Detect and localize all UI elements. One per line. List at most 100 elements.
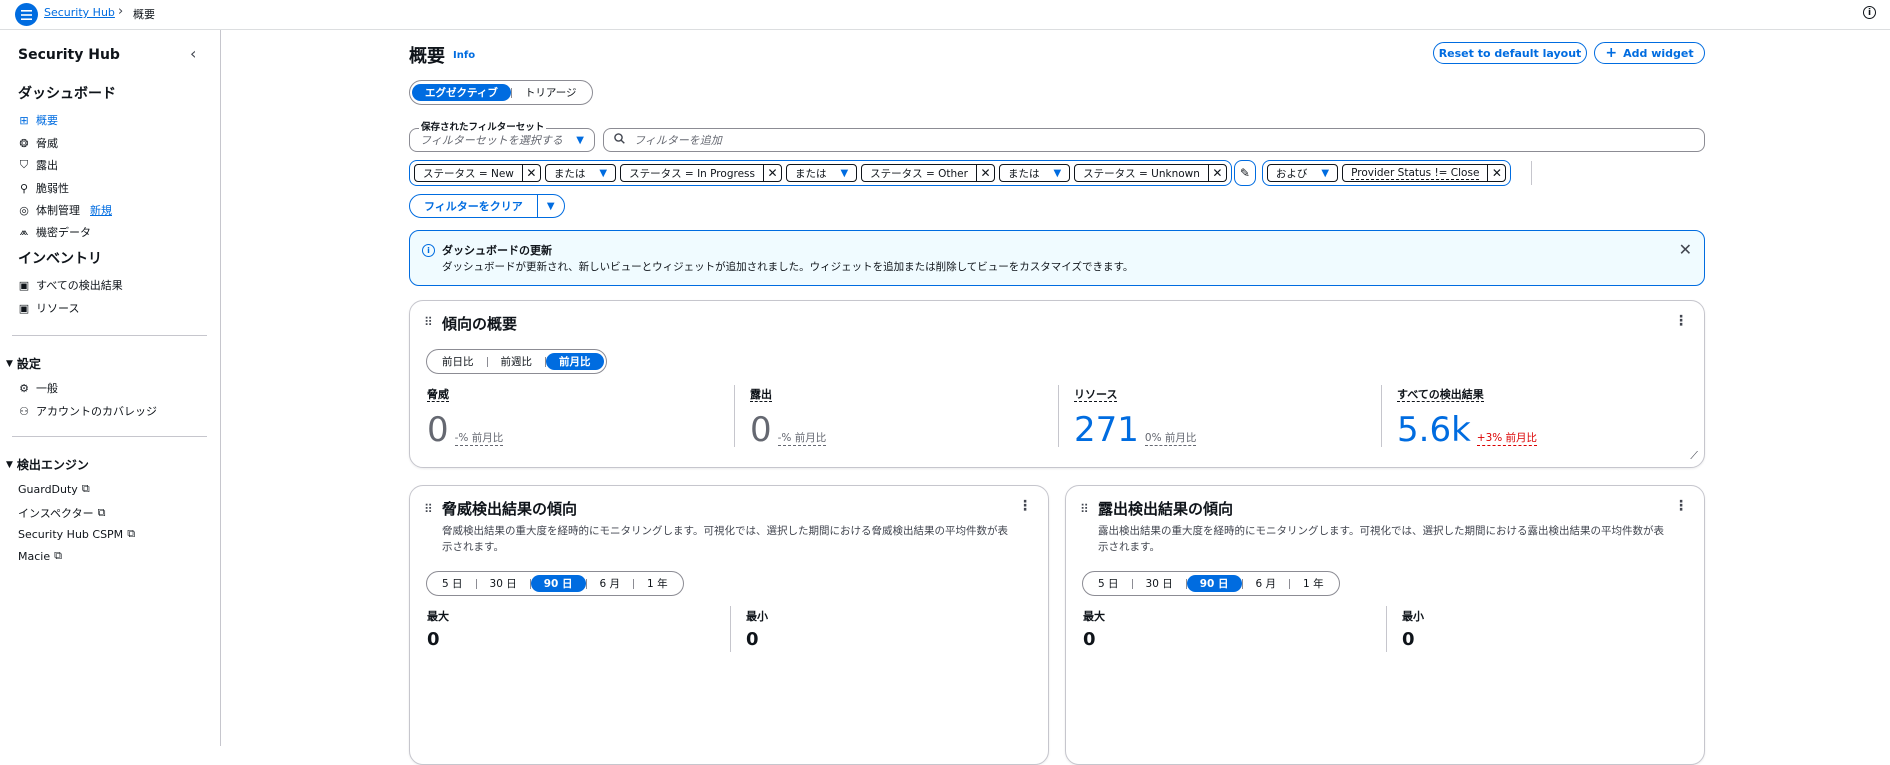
sidebar-item-macie[interactable]: Macie ⧉: [18, 549, 62, 563]
sidebar: Security Hub ‹ ダッシュボード ⊞ 概要 ❂ 脅威 ⛉ 露出 ⚲ …: [0, 30, 221, 746]
range-6-months[interactable]: 6 月: [587, 575, 634, 592]
breadcrumb-security-hub[interactable]: Security Hub: [44, 6, 115, 19]
remove-filter-icon[interactable]: ✕: [1487, 164, 1505, 182]
sidebar-item-inspector[interactable]: インスペクター ⧉: [18, 505, 105, 521]
sidebar-title: Security Hub: [18, 47, 120, 63]
threat-findings-trend-widget: ⠿ 脅威検出結果の傾向 ⋮ 脅威検出結果の重大度を経時的にモニタリングします。可…: [409, 485, 1049, 765]
tab-triage[interactable]: トリアージ: [512, 84, 590, 101]
range-5-days[interactable]: 5 日: [429, 575, 476, 592]
top-navigation-bar: Security Hub › 概要 i: [0, 0, 1890, 30]
sidebar-item-threats[interactable]: ❂ 脅威: [18, 135, 58, 151]
reset-layout-button[interactable]: Reset to default layout: [1433, 42, 1587, 64]
menu-icon[interactable]: [15, 3, 38, 26]
tab-executive[interactable]: エグゼクティブ: [412, 84, 511, 101]
more-options-icon[interactable]: ⋮: [1018, 498, 1032, 514]
resize-handle-icon[interactable]: ⟋: [1690, 449, 1698, 463]
period-week[interactable]: 前週比: [488, 353, 546, 370]
more-options-icon[interactable]: ⋮: [1674, 498, 1688, 514]
clear-filters-label[interactable]: フィルターをクリア: [410, 198, 537, 214]
range-90-days[interactable]: 90 日: [1186, 575, 1242, 592]
metric-delta[interactable]: +3% 前月比: [1476, 430, 1538, 446]
range-30-days[interactable]: 30 日: [477, 575, 530, 592]
metric-label[interactable]: すべての検出結果: [1397, 388, 1484, 402]
metric-label[interactable]: リソース: [1074, 388, 1118, 402]
sidebar-item-label: インスペクター: [18, 507, 94, 520]
filter-token-label[interactable]: ステータス = In Progress: [621, 166, 763, 181]
filter-token-label[interactable]: ステータス = New: [415, 166, 522, 181]
more-options-icon[interactable]: ⋮: [1674, 313, 1688, 329]
operator-select[interactable]: または ▼: [998, 164, 1071, 182]
sidebar-item-label: 脅威: [36, 137, 58, 150]
view-toggle: エグゼクティブ トリアージ: [409, 80, 593, 105]
caret-down-icon: ▼: [1321, 167, 1330, 179]
sidebar-item-overview[interactable]: ⊞ 概要: [18, 112, 58, 128]
external-link-icon: ⧉: [81, 482, 90, 495]
add-widget-button[interactable]: + Add widget: [1594, 42, 1705, 64]
filter-tokens: ステータス = New ✕ または ▼ ステータス = In Progress …: [409, 160, 1533, 186]
sidebar-item-label: 体制管理: [36, 204, 80, 217]
metric-label-wrap: 露出: [750, 386, 826, 402]
metric-delta[interactable]: 0% 前月比: [1144, 430, 1197, 446]
caret-down-icon: ▼: [1053, 167, 1062, 179]
period-month[interactable]: 前月比: [546, 353, 604, 370]
mountain-icon: ⩕: [19, 225, 29, 238]
sidebar-item-exposure[interactable]: ⛉ 露出: [18, 157, 58, 173]
sidebar-item-account-coverage[interactable]: ⚇ アカウントのカバレッジ: [18, 403, 157, 419]
metric-delta[interactable]: -% 前月比: [454, 430, 504, 446]
operator-select[interactable]: および ▼: [1266, 164, 1339, 182]
drag-handle-icon[interactable]: ⠿: [424, 502, 433, 516]
drag-handle-icon[interactable]: ⠿: [1080, 502, 1089, 516]
remove-filter-icon[interactable]: ✕: [521, 164, 540, 182]
remove-filter-icon[interactable]: ✕: [1207, 164, 1226, 182]
exposure-findings-trend-widget: ⠿ 露出検出結果の傾向 ⋮ 露出検出結果の重大度を経時的にモニタリングします。可…: [1065, 485, 1705, 765]
add-widget-label: Add widget: [1623, 46, 1694, 60]
drag-handle-icon[interactable]: ⠿: [424, 315, 433, 329]
metric-label[interactable]: 脅威: [427, 388, 449, 402]
remove-filter-icon[interactable]: ✕: [975, 164, 994, 182]
search-icon: [614, 133, 625, 147]
sidebar-item-sensitive-data[interactable]: ⩕ 機密データ: [18, 224, 91, 240]
remove-filter-icon[interactable]: ✕: [762, 164, 781, 182]
filter-token-label[interactable]: ステータス = Other: [862, 166, 976, 181]
edit-filter-group-icon[interactable]: ✎: [1233, 160, 1256, 186]
group-settings[interactable]: ▼ 設定: [6, 355, 41, 372]
divider: [1381, 385, 1382, 447]
new-badge: 新規: [90, 204, 112, 217]
period-day[interactable]: 前日比: [429, 353, 487, 370]
info-link[interactable]: Info: [453, 50, 475, 61]
sidebar-item-label: 概要: [36, 114, 58, 127]
metric-value[interactable]: 271: [1074, 410, 1139, 450]
sidebar-item-resources[interactable]: ▣ リソース: [18, 300, 80, 316]
info-icon[interactable]: i: [1863, 6, 1876, 19]
sidebar-item-general[interactable]: ⚙ 一般: [18, 380, 58, 396]
metric-label[interactable]: 露出: [750, 388, 772, 402]
sidebar-item-label: 機密データ: [36, 226, 91, 239]
range-6-months[interactable]: 6 月: [1243, 575, 1290, 592]
operator-select[interactable]: または ▼: [785, 164, 858, 182]
sidebar-item-guardduty[interactable]: GuardDuty ⧉: [18, 482, 90, 496]
sidebar-item-posture-management[interactable]: ◎ 体制管理 新規: [18, 202, 112, 218]
sidebar-item-label: Security Hub CSPM: [18, 527, 124, 541]
close-icon[interactable]: ✕: [1679, 240, 1692, 259]
range-5-days[interactable]: 5 日: [1085, 575, 1132, 592]
group-detection-engines[interactable]: ▼ 検出エンジン: [6, 456, 89, 473]
operator-select[interactable]: または ▼: [544, 164, 617, 182]
metric-delta[interactable]: -% 前月比: [777, 430, 827, 446]
sidebar-item-label: Macie: [18, 549, 51, 563]
range-90-days[interactable]: 90 日: [530, 575, 586, 592]
sidebar-item-all-findings[interactable]: ▣ すべての検出結果: [18, 277, 123, 293]
clear-filters-button[interactable]: フィルターをクリア ▼: [409, 194, 565, 218]
sidebar-item-security-hub-cspm[interactable]: Security Hub CSPM ⧉: [18, 527, 135, 541]
sidebar-item-vulnerabilities[interactable]: ⚲ 脆弱性: [18, 180, 69, 196]
range-1-year[interactable]: 1 年: [1290, 575, 1337, 592]
caret-down-icon[interactable]: ▼: [536, 195, 564, 217]
metric-value[interactable]: 5.6k: [1397, 410, 1471, 450]
filter-token-label[interactable]: ステータス = Unknown: [1075, 166, 1208, 181]
chevron-right-icon: ›: [118, 4, 124, 19]
range-1-year[interactable]: 1 年: [634, 575, 681, 592]
range-30-days[interactable]: 30 日: [1133, 575, 1186, 592]
filter-search-input[interactable]: フィルターを追加: [603, 128, 1705, 152]
collapse-sidebar-icon[interactable]: ‹: [190, 44, 196, 63]
filter-token-label-wrap[interactable]: Provider Status != Close: [1343, 167, 1487, 180]
filter-token: ステータス = New ✕: [414, 164, 541, 182]
